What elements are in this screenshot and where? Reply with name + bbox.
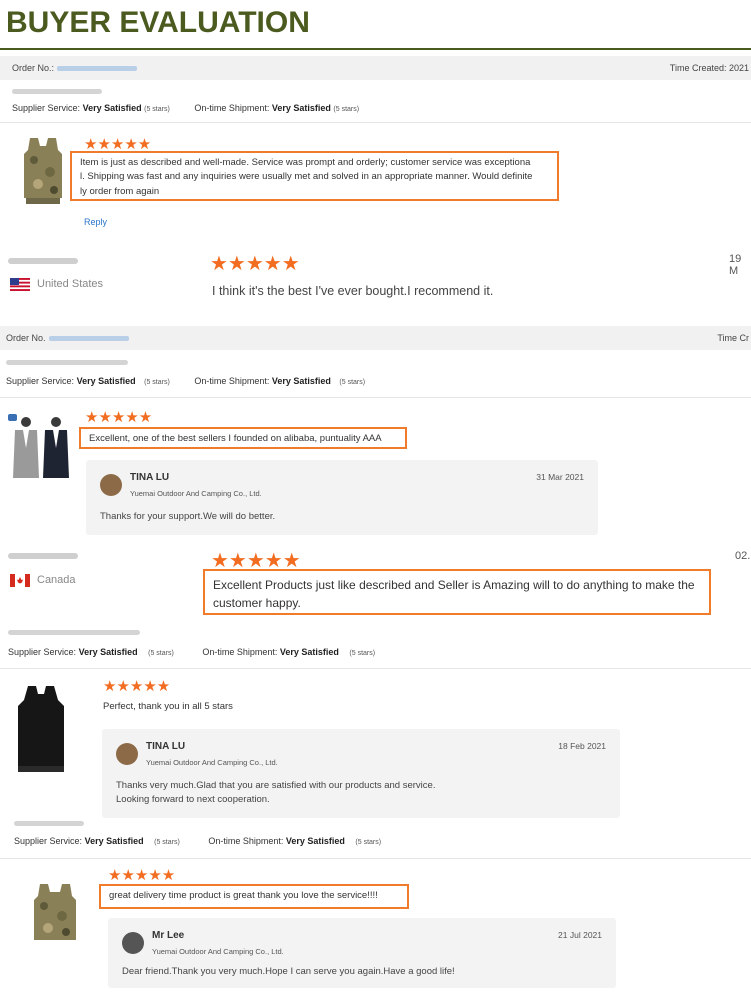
seller-reply-card: TINA LU Yuemai Outdoor And Camping Co., …	[86, 460, 598, 535]
reply-date: 31 Mar 2021	[536, 472, 584, 482]
buyer-name-blurred	[8, 258, 78, 264]
rating-stars: ★★★★★	[211, 550, 301, 572]
seller-reply-card: TINA LU Yuemai Outdoor And Camping Co., …	[102, 729, 620, 818]
order-number[interactable]	[48, 336, 129, 342]
buyer-name-blurred	[8, 553, 78, 559]
time-created: Time Cr	[717, 333, 749, 343]
order-label: Order No.	[6, 333, 46, 343]
divider	[0, 122, 751, 123]
review-text-highlight: great delivery time product is great tha…	[99, 884, 409, 909]
service-rating-row: Supplier Service: Very Satisfied (5 star…	[8, 647, 376, 657]
rating-stars: ★★★★★	[85, 409, 153, 426]
canada-flag-icon	[10, 574, 30, 587]
seller-name: TINA LU	[146, 741, 186, 752]
vest-product-image[interactable]	[20, 134, 66, 206]
divider	[0, 668, 751, 669]
reply-date: 21 Jul 2021	[558, 930, 602, 940]
seller-avatar	[116, 743, 138, 765]
buyer-country: United States	[37, 278, 104, 290]
camo-vest-product-image[interactable]	[30, 880, 80, 946]
page-header: BUYER EVALUATION	[0, 0, 751, 50]
product-name-blurred	[12, 89, 102, 94]
reply-message: Dear friend.Thank you very much.Hope I c…	[122, 966, 455, 977]
order-label: Order No.:	[12, 63, 55, 73]
seller-company: Yuemai Outdoor And Camping Co., Ltd.	[146, 758, 278, 767]
time-created: Time Created: 2021	[669, 63, 749, 73]
seller-avatar	[100, 474, 122, 496]
rating-stars: ★★★★★	[84, 136, 152, 153]
page-title: BUYER EVALUATION	[6, 6, 310, 39]
rating-stars: ★★★★★	[210, 253, 300, 275]
rating-stars: ★★★★★	[103, 678, 171, 695]
divider	[0, 858, 751, 859]
seller-company: Yuemai Outdoor And Camping Co., Ltd.	[152, 947, 284, 956]
product-name-blurred	[14, 821, 84, 826]
service-rating-row: Supplier Service: Very Satisfied (5 star…	[14, 836, 382, 846]
review-text-highlight: Item is just as described and well-made.…	[70, 151, 559, 201]
divider	[0, 397, 751, 398]
reply-message: Thanks for your support.We will do bette…	[100, 511, 276, 522]
review-date: 19 M	[729, 253, 742, 277]
product-name-blurred	[6, 360, 128, 365]
seller-name: Mr Lee	[152, 930, 185, 941]
buyer-country: Canada	[37, 574, 76, 586]
reply-message: Thanks very much.Glad that you are satis…	[116, 780, 436, 806]
review-text: I think it's the best I've ever bought.I…	[212, 284, 494, 298]
seller-avatar	[122, 932, 144, 954]
order-number[interactable]	[57, 66, 138, 72]
service-rating-row: Supplier Service: Very Satisfied (5 star…	[6, 376, 366, 386]
suit-vest-product-image[interactable]	[6, 412, 76, 482]
service-rating-row: Supplier Service: Very Satisfied (5 star…	[12, 103, 360, 113]
seller-reply-card: Mr Lee Yuemai Outdoor And Camping Co., L…	[108, 918, 616, 988]
review-text: Perfect, thank you in all 5 stars	[103, 701, 233, 712]
product-name-blurred	[8, 630, 140, 635]
rating-stars: ★★★★★	[108, 867, 176, 884]
order-bar: Order No. Time Cr	[0, 326, 751, 350]
black-vest-product-image[interactable]	[14, 684, 68, 776]
reply-date: 18 Feb 2021	[558, 741, 606, 751]
reply-link[interactable]: Reply	[84, 217, 107, 227]
seller-company: Yuemai Outdoor And Camping Co., Ltd.	[130, 489, 262, 498]
order-bar: Order No.: Time Created: 2021	[0, 56, 751, 80]
us-flag-icon	[10, 278, 30, 291]
review-text-highlight: Excellent, one of the best sellers I fou…	[79, 427, 407, 449]
review-date: 02.	[735, 550, 751, 562]
seller-name: TINA LU	[130, 472, 170, 483]
review-text-highlight: Excellent Products just like described a…	[203, 569, 711, 615]
